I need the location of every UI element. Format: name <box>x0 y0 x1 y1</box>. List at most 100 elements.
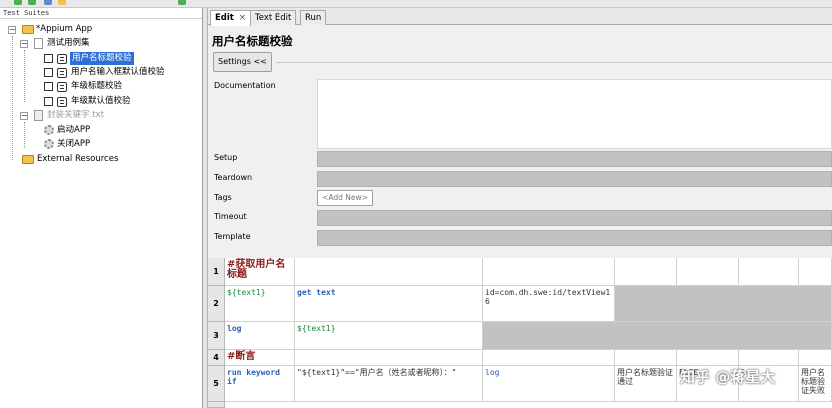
variable-text: ${text1} <box>227 288 266 297</box>
settings-divider <box>276 62 832 63</box>
tab-run[interactable]: Run <box>300 10 327 25</box>
teardown-field[interactable] <box>317 171 832 187</box>
grid-cell[interactable]: 用户名标题验证失败 <box>799 366 832 402</box>
toolbar-folder-icon[interactable] <box>58 0 66 5</box>
gear-icon <box>44 139 54 149</box>
grid-cell[interactable] <box>615 258 677 286</box>
tree-node-keyword[interactable]: 关闭APP <box>0 138 200 151</box>
tree-label-keyword[interactable]: 启动APP <box>57 124 90 137</box>
tree-label-suite[interactable]: 测试用例集 <box>47 37 90 50</box>
template-label: Template <box>214 232 251 241</box>
grid-cell[interactable] <box>295 258 483 286</box>
collapse-icon[interactable]: − <box>8 26 16 34</box>
grid-cell[interactable] <box>799 350 832 366</box>
close-icon[interactable]: × <box>239 13 246 23</box>
tree-node-root[interactable]: − *Appium App <box>0 23 200 36</box>
template-field[interactable] <box>317 230 832 246</box>
row-number[interactable]: 3 <box>208 322 225 350</box>
setup-label: Setup <box>214 153 238 162</box>
testcase-checkbox[interactable] <box>44 68 53 77</box>
tree-node-suite[interactable]: − 测试用例集 <box>0 37 200 50</box>
collapse-icon[interactable]: − <box>20 40 28 48</box>
tree-node-keyword[interactable]: 启动APP <box>0 124 200 137</box>
grid-cell[interactable]: ${text1} <box>295 322 483 350</box>
testcase-icon <box>57 82 67 92</box>
grid-cell[interactable] <box>677 350 739 366</box>
row-number[interactable]: 4 <box>208 350 225 366</box>
grid-cell[interactable] <box>739 350 799 366</box>
collapse-icon[interactable]: − <box>20 112 28 120</box>
argument-text: "${text1}"=="用户名（姓名或者昵称）：" <box>297 368 457 377</box>
grid-cell[interactable]: log <box>483 366 615 402</box>
grid-cell[interactable] <box>799 258 832 286</box>
tree-label-keyword[interactable]: 关闭APP <box>57 138 90 151</box>
tree-node-resource[interactable]: − 封装关键字.txt <box>0 109 200 122</box>
grid-cell[interactable] <box>677 258 739 286</box>
editor-panel: Edit × Text Edit Run 用户名标题校验 Settings << … <box>208 8 832 408</box>
grid-cell[interactable]: get text <box>295 286 483 322</box>
argument-text: 用户名标题验证通过 <box>617 368 673 386</box>
toolbar-arrow-icon[interactable] <box>28 0 36 5</box>
row-number[interactable]: 5 <box>208 366 225 402</box>
grid-cell[interactable]: #获取用户名标题 <box>225 258 295 286</box>
grid-cell[interactable]: #断言 <box>225 350 295 366</box>
testcase-icon <box>57 68 67 78</box>
row-number[interactable]: 1 <box>208 258 225 286</box>
grid-cell[interactable]: 用户名标题验证通过 <box>615 366 677 402</box>
tree-label-root[interactable]: *Appium App <box>36 23 92 36</box>
tab-bar: Edit × Text Edit Run <box>208 8 832 26</box>
grid-cell[interactable] <box>615 350 677 366</box>
timeout-label: Timeout <box>214 212 247 221</box>
tab-text-edit[interactable]: Text Edit <box>250 10 297 25</box>
grid-cell-disabled <box>483 322 832 350</box>
timeout-field[interactable] <box>317 210 832 226</box>
add-tag-button[interactable]: <Add New> <box>317 190 373 206</box>
tree-node-testcase[interactable]: 用户名输入框默认值校验 <box>0 66 200 79</box>
toolbar-run-icon[interactable] <box>178 0 186 5</box>
tree-label-testcase[interactable]: 年级标题校验 <box>71 80 122 93</box>
grid-cell[interactable]: "${text1}"=="用户名（姓名或者昵称）：" <box>295 366 483 402</box>
file-icon <box>34 38 43 49</box>
tab-text-edit-label: Text Edit <box>255 13 292 23</box>
toolbar-arrow-icon[interactable] <box>14 0 22 5</box>
folder-icon <box>22 25 34 34</box>
grid-cell[interactable]: log <box>225 322 295 350</box>
page-title: 用户名标题校验 <box>212 34 293 48</box>
tree-node-external[interactable]: External Resources <box>0 153 200 166</box>
gear-icon <box>44 125 54 135</box>
tree-node-testcase[interactable]: 年级标题校验 <box>0 80 200 93</box>
grid-cell[interactable]: ${text1} <box>225 286 295 322</box>
documentation-field[interactable] <box>317 79 832 149</box>
tab-run-label: Run <box>305 13 322 23</box>
tab-edit[interactable]: Edit × <box>210 10 251 26</box>
grid-cell[interactable] <box>483 258 615 286</box>
tree-label-external[interactable]: External Resources <box>37 153 118 166</box>
grid-cell-disabled <box>615 286 832 322</box>
setup-field[interactable] <box>317 151 832 167</box>
tree-label-resource[interactable]: 封装关键字.txt <box>47 109 104 122</box>
argument-text: 用户名标题验证失败 <box>801 368 825 395</box>
testcase-checkbox[interactable] <box>44 54 53 63</box>
testcase-checkbox[interactable] <box>44 97 53 106</box>
tree-node-testcase[interactable]: 年级默认值校验 <box>0 95 200 108</box>
grid-cell[interactable] <box>739 258 799 286</box>
comment-text: #获取用户名标题 <box>227 259 286 280</box>
toolbar-save-icon[interactable] <box>44 0 52 5</box>
test-suites-tree: Test Suites − *Appium App − 测试用例集 用户名标题校… <box>0 8 203 408</box>
tree-label-testcase[interactable]: 用户名输入框默认值校验 <box>71 66 165 79</box>
testcase-checkbox[interactable] <box>44 82 53 91</box>
comment-text: #断言 <box>227 351 256 362</box>
grid-cell[interactable] <box>295 350 483 366</box>
grid-cell[interactable]: run keyword if <box>225 366 295 402</box>
settings-toggle-button[interactable]: Settings << <box>213 52 272 72</box>
row-number <box>208 402 225 408</box>
grid-cell[interactable]: id=com.dh.swe:id/textView16 <box>483 286 615 322</box>
grid-cell[interactable] <box>483 350 615 366</box>
variable-text: ${text1} <box>297 324 336 333</box>
tree-label-testcase[interactable]: 用户名标题校验 <box>70 52 134 65</box>
documentation-label: Documentation <box>214 81 276 90</box>
tree-node-testcase[interactable]: 用户名标题校验 <box>0 52 200 65</box>
tree-label-testcase[interactable]: 年级默认值校验 <box>71 95 131 108</box>
row-number[interactable]: 2 <box>208 286 225 322</box>
tab-edit-label: Edit <box>215 13 234 23</box>
